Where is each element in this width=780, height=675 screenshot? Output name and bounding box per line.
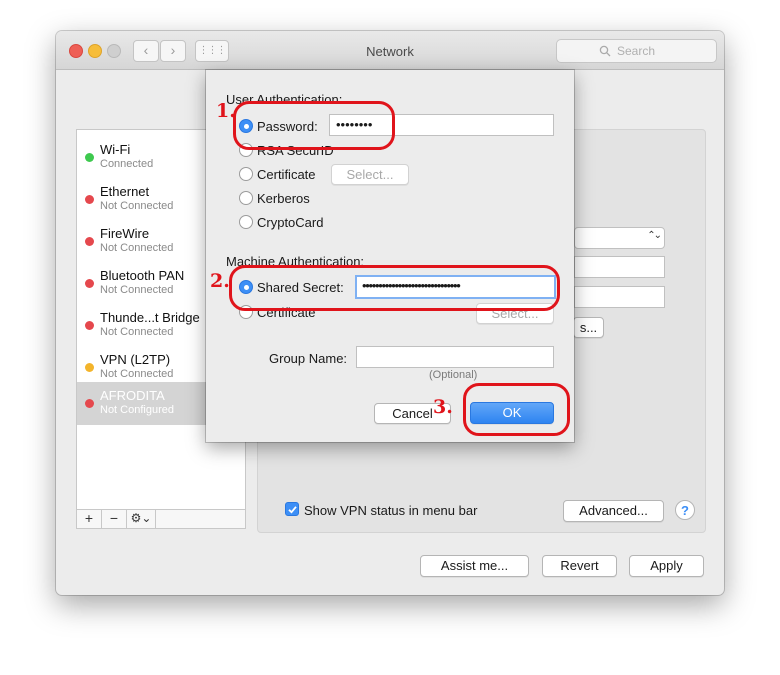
service-status: Not Connected [100, 368, 174, 380]
button-label: Revert [560, 558, 599, 573]
annotation-step-2: 2. [210, 270, 230, 292]
add-service-button[interactable]: + [77, 510, 102, 528]
checkmark-icon [288, 506, 297, 514]
apply-button[interactable]: Apply [629, 555, 704, 577]
server-address-field[interactable] [574, 256, 665, 278]
annotation-ring-password [233, 101, 395, 150]
button-label: s... [579, 320, 598, 335]
button-label: Cancel [392, 406, 433, 421]
show-vpn-status-label: Show VPN status in menu bar [304, 503, 478, 518]
chevron-updown-icon: ⌃⌄ [647, 230, 662, 241]
service-status: Not Connected [100, 242, 174, 254]
remove-service-button[interactable]: − [102, 510, 127, 528]
service-status: Not Connected [100, 326, 174, 338]
status-dot-icon [85, 279, 94, 288]
question-icon: ? [681, 503, 689, 518]
group-name-label: Group Name: [269, 351, 348, 366]
grid-icon: ⋮⋮⋮ [198, 45, 227, 56]
zoom-window-button[interactable] [107, 44, 121, 58]
service-status: Connected [100, 158, 154, 170]
kerberos-radio[interactable] [239, 191, 253, 205]
status-dot-icon [85, 195, 94, 204]
button-label: Assist me... [440, 558, 509, 573]
cryptocard-label: CryptoCard [257, 215, 324, 230]
annotation-step-1: 1. [216, 100, 236, 122]
cryptocard-radio[interactable] [239, 215, 253, 229]
service-status: Not Connected [100, 284, 174, 296]
service-name: Bluetooth PAN [100, 268, 185, 283]
kerberos-label: Kerberos [257, 191, 310, 206]
minimize-window-button[interactable] [88, 44, 102, 58]
gear-icon: ⚙⌄ [130, 511, 152, 525]
plus-icon: + [84, 510, 94, 526]
annotation-step-3: 3. [433, 396, 453, 418]
minus-icon: − [109, 510, 119, 526]
search-placeholder: Search [617, 44, 656, 58]
group-name-field[interactable] [356, 346, 554, 368]
service-name: AFRODITA [100, 388, 165, 403]
status-dot-icon [85, 237, 94, 246]
service-actions-button[interactable]: ⚙⌄ [127, 510, 156, 528]
assist-me-button[interactable]: Assist me... [420, 555, 529, 577]
window-title: Network [366, 44, 414, 59]
chevron-left-icon: ‹ [143, 42, 149, 58]
status-dot-icon [85, 321, 94, 330]
advanced-button[interactable]: Advanced... [563, 500, 664, 522]
optional-hint: (Optional) [429, 369, 478, 381]
status-dot-icon [85, 363, 94, 372]
service-name: Thunde...t Bridge [100, 310, 200, 325]
help-button[interactable]: ? [675, 500, 695, 520]
forward-button[interactable]: › [160, 40, 186, 62]
annotation-ring-shared-secret [229, 265, 560, 311]
chevron-right-icon: › [170, 42, 176, 58]
user-certificate-radio[interactable] [239, 167, 253, 181]
configuration-select[interactable]: ⌃⌄ [574, 227, 665, 249]
service-status: Not Connected [100, 200, 174, 212]
annotation-ring-ok [463, 383, 570, 436]
title-bar: ‹ › ⋮⋮⋮ Network Search [56, 31, 724, 70]
authentication-settings-button[interactable]: s... [573, 317, 604, 338]
user-certificate-label: Certificate [257, 167, 316, 182]
service-name: Ethernet [100, 184, 150, 199]
button-label: Select... [346, 167, 394, 182]
close-window-button[interactable] [69, 44, 83, 58]
button-label: Advanced... [579, 503, 648, 518]
service-status: Not Configured [100, 404, 174, 416]
search-icon [599, 45, 611, 57]
service-list-toolbar: + − ⚙⌄ [76, 509, 246, 529]
service-name: FireWire [100, 226, 150, 241]
service-name: Wi-Fi [100, 142, 131, 157]
back-button[interactable]: ‹ [133, 40, 159, 62]
account-name-field[interactable] [574, 286, 665, 308]
service-name: VPN (L2TP) [100, 352, 171, 367]
status-dot-icon [85, 153, 94, 162]
button-label: Apply [650, 558, 683, 573]
status-dot-icon [85, 399, 94, 408]
show-all-button[interactable]: ⋮⋮⋮ [195, 40, 229, 62]
search-field[interactable]: Search [556, 39, 717, 63]
revert-button[interactable]: Revert [542, 555, 617, 577]
show-vpn-status-checkbox[interactable] [285, 502, 299, 516]
user-certificate-select-button[interactable]: Select... [331, 164, 409, 185]
